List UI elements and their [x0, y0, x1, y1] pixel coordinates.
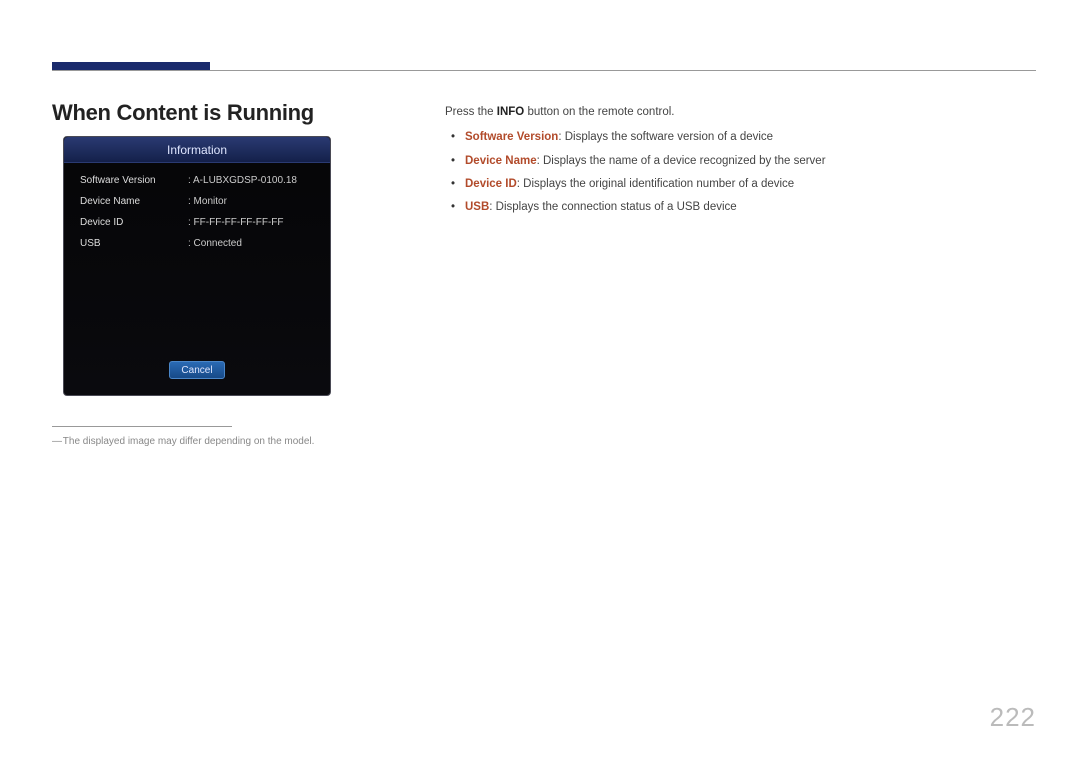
info-value: : FF-FF-FF-FF-FF-FF — [188, 217, 284, 228]
bullet-device-name: Device Name: Displays the name of a devi… — [445, 153, 1032, 170]
header-rule — [52, 70, 1036, 71]
info-value: : A-LUBXGDSP-0100.18 — [188, 175, 297, 186]
intro-post: button on the remote control. — [524, 106, 674, 118]
info-label: Software Version — [80, 175, 188, 186]
bullet-desc: : Displays the software version of a dev… — [558, 131, 773, 143]
disclaimer-text: The displayed image may differ depending… — [52, 436, 314, 447]
bullet-key: Device ID — [465, 178, 517, 190]
intro-bold-term: INFO — [497, 106, 524, 118]
bullet-desc: : Displays the name of a device recogniz… — [537, 155, 826, 167]
panel-title: Information — [64, 137, 330, 163]
info-row-usb: USB : Connected — [80, 238, 314, 249]
section-heading: When Content is Running — [52, 100, 314, 126]
bullet-usb: USB: Displays the connection status of a… — [445, 199, 1032, 216]
bullet-key: USB — [465, 201, 489, 213]
panel-body: Software Version : A-LUBXGDSP-0100.18 De… — [64, 163, 330, 267]
bullet-key: Software Version — [465, 131, 558, 143]
info-value: : Monitor — [188, 196, 227, 207]
bullet-desc: : Displays the original identification n… — [517, 178, 794, 190]
info-label: Device ID — [80, 217, 188, 228]
information-panel: Information Software Version : A-LUBXGDS… — [63, 136, 331, 396]
bullet-device-id: Device ID: Displays the original identif… — [445, 176, 1032, 193]
intro-pre: Press the — [445, 106, 497, 118]
disclaimer-rule — [52, 426, 232, 427]
bullet-list: Software Version: Displays the software … — [445, 129, 1032, 216]
info-row-device-name: Device Name : Monitor — [80, 196, 314, 207]
info-label: USB — [80, 238, 188, 249]
info-value: : Connected — [188, 238, 242, 249]
info-label: Device Name — [80, 196, 188, 207]
bullet-software-version: Software Version: Displays the software … — [445, 129, 1032, 146]
info-row-device-id: Device ID : FF-FF-FF-FF-FF-FF — [80, 217, 314, 228]
cancel-button[interactable]: Cancel — [169, 361, 225, 379]
bullet-key: Device Name — [465, 155, 537, 167]
page-number: 222 — [990, 702, 1036, 733]
bullet-desc: : Displays the connection status of a US… — [489, 201, 736, 213]
intro-text: Press the INFO button on the remote cont… — [445, 104, 1032, 121]
description-column: Press the INFO button on the remote cont… — [445, 104, 1032, 222]
info-row-software-version: Software Version : A-LUBXGDSP-0100.18 — [80, 175, 314, 186]
